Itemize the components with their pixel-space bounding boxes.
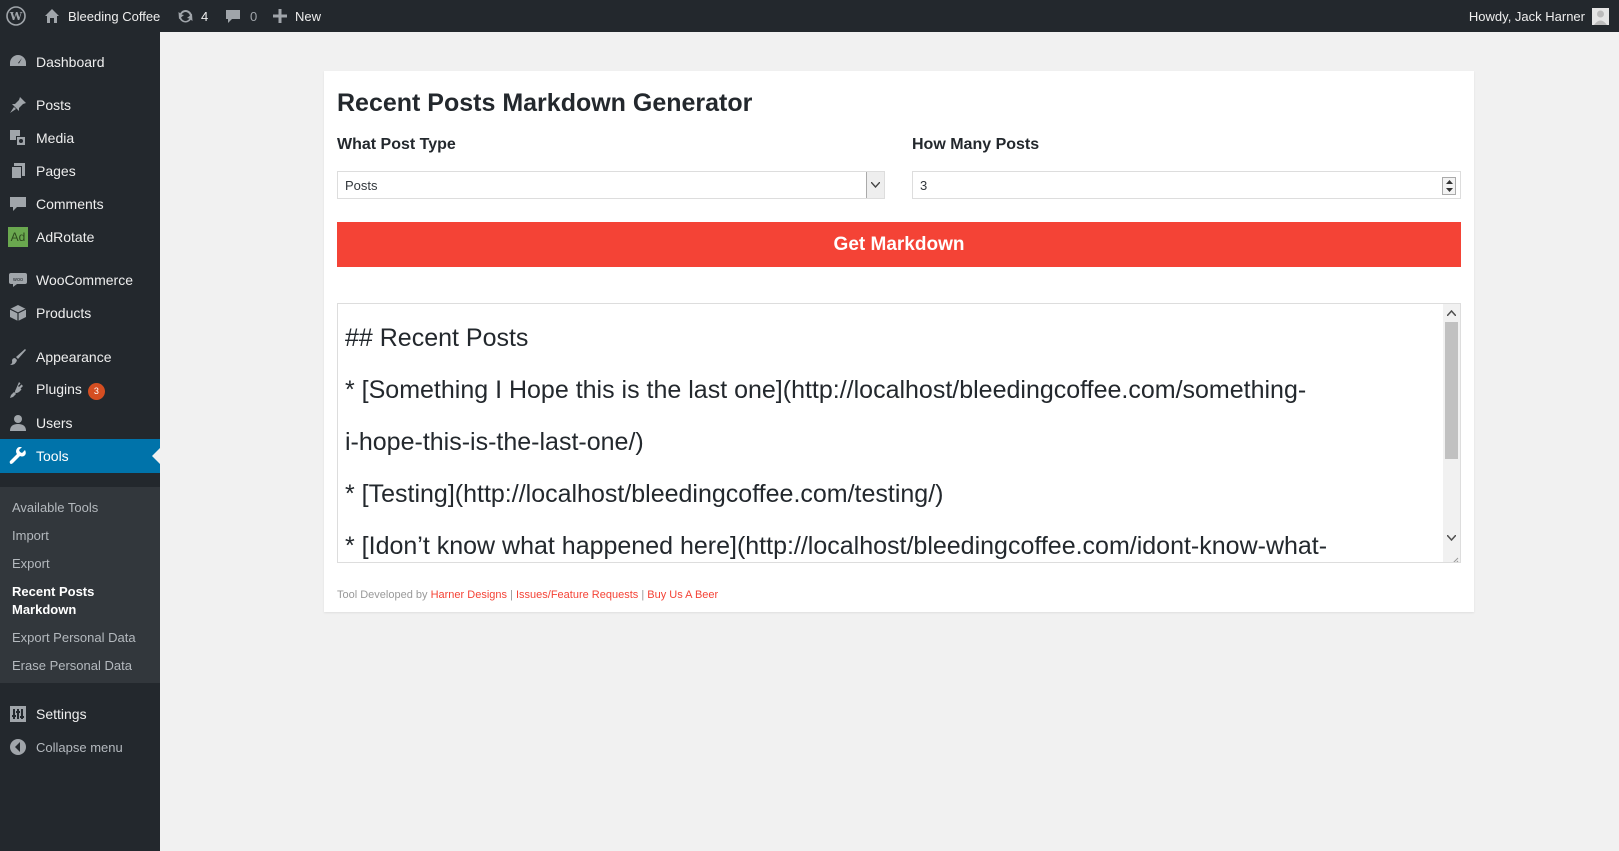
- post-count-value: 3: [920, 177, 928, 193]
- sidebar-item-label: AdRotate: [36, 229, 95, 245]
- woocommerce-icon: woo: [0, 272, 36, 288]
- admin-sidebar: Dashboard Posts Media Pages Comments Ad …: [0, 32, 160, 851]
- plug-icon: [0, 381, 36, 399]
- site-name-link[interactable]: Bleeding Coffee: [44, 0, 160, 32]
- plugins-label: Plugins: [36, 380, 82, 397]
- brush-icon: [0, 348, 36, 366]
- plus-icon: [273, 9, 287, 23]
- updates-icon: [177, 8, 194, 25]
- sidebar-item-users[interactable]: Users: [0, 406, 160, 440]
- markdown-generator-card: Recent Posts Markdown Generator What Pos…: [324, 71, 1474, 612]
- user-icon: [0, 414, 36, 432]
- post-type-value: Posts: [345, 177, 378, 193]
- sidebar-item-adrotate[interactable]: Ad AdRotate: [0, 220, 160, 254]
- comments-link[interactable]: 0: [225, 0, 257, 32]
- wrench-icon: [0, 447, 36, 465]
- sidebar-item-dashboard[interactable]: Dashboard: [0, 45, 160, 79]
- sidebar-item-media[interactable]: Media: [0, 121, 160, 155]
- greeting: Howdy, Jack Harner: [1468, 8, 1585, 24]
- sidebar-item-appearance[interactable]: Appearance: [0, 340, 160, 374]
- stepper-down-icon[interactable]: [1445, 188, 1453, 192]
- output-scrollbar[interactable]: [1443, 304, 1460, 562]
- sidebar-item-label: Comments: [36, 196, 104, 212]
- updates-count: 4: [201, 8, 209, 24]
- plugins-update-badge: 3: [87, 382, 105, 400]
- updates-link[interactable]: 4: [177, 0, 208, 32]
- media-icon: [0, 129, 36, 147]
- sidebar-item-posts[interactable]: Posts: [0, 88, 160, 122]
- credits-separator: |: [641, 589, 645, 601]
- sidebar-item-settings[interactable]: Settings: [0, 697, 160, 731]
- scrollbar-thumb[interactable]: [1445, 322, 1458, 459]
- account-menu[interactable]: Howdy, Jack Harner: [1469, 0, 1609, 32]
- scroll-up-arrow-icon[interactable]: [1443, 304, 1460, 321]
- settings-icon: [0, 705, 36, 723]
- pages-icon: [0, 162, 36, 180]
- wordpress-logo-icon[interactable]: W: [6, 0, 26, 32]
- harner-designs-link[interactable]: Harner Designs: [431, 589, 507, 601]
- sidebar-item-plugins[interactable]: Plugins 3: [0, 373, 160, 407]
- admin-bar: W Bleeding Coffee 4 0 New Howdy, Jack Ha…: [0, 0, 1619, 32]
- sidebar-item-label: Posts: [36, 97, 72, 113]
- submenu-item-export[interactable]: Export: [12, 555, 152, 573]
- comments-count: 0: [250, 8, 258, 24]
- markdown-output-textarea[interactable]: ## Recent Posts * [Something I Hope this…: [337, 303, 1461, 563]
- sidebar-item-tools[interactable]: Tools: [0, 439, 160, 473]
- number-stepper[interactable]: [1442, 177, 1456, 195]
- scroll-down-arrow-icon[interactable]: [1443, 529, 1460, 546]
- new-label: New: [295, 8, 322, 24]
- sidebar-item-woocommerce[interactable]: woo WooCommerce: [0, 263, 160, 297]
- post-type-select[interactable]: Posts: [337, 171, 885, 199]
- svg-text:woo: woo: [13, 277, 23, 283]
- issues-feature-requests-link[interactable]: Issues/Feature Requests: [516, 589, 638, 601]
- pin-icon: [0, 96, 36, 114]
- comment-icon: [0, 195, 36, 213]
- dashboard-icon: [0, 53, 36, 71]
- post-type-label: What Post Type: [337, 136, 456, 153]
- submenu-item-available-tools[interactable]: Available Tools: [12, 499, 152, 517]
- sidebar-item-label: Dashboard: [36, 54, 105, 70]
- adrotate-icon: Ad: [0, 227, 36, 247]
- sidebar-item-label: Pages: [36, 163, 76, 179]
- page-title: Recent Posts Markdown Generator: [337, 89, 753, 117]
- stepper-up-icon[interactable]: [1445, 180, 1453, 184]
- new-content-link[interactable]: New: [273, 0, 321, 32]
- sidebar-item-label: Collapse menu: [36, 739, 123, 755]
- submenu-item-import[interactable]: Import: [12, 527, 152, 545]
- submenu-item-recent-posts-markdown[interactable]: Recent Posts Markdown: [12, 583, 112, 619]
- submenu-item-export-personal-data[interactable]: Export Personal Data: [12, 629, 152, 647]
- credits-separator: |: [510, 589, 513, 601]
- svg-text:W: W: [9, 10, 23, 23]
- post-count-label: How Many Posts: [912, 136, 1040, 153]
- resize-handle-icon[interactable]: [1450, 552, 1459, 562]
- sidebar-item-label: Users: [36, 415, 73, 431]
- buy-us-a-beer-link[interactable]: Buy Us A Beer: [647, 589, 718, 601]
- home-icon: [44, 8, 60, 24]
- site-name: Bleeding Coffee: [68, 8, 161, 24]
- collapse-icon: [0, 738, 36, 756]
- comment-bubble-icon: [225, 8, 241, 24]
- sidebar-item-pages[interactable]: Pages: [0, 154, 160, 188]
- submenu-item-erase-personal-data[interactable]: Erase Personal Data: [12, 657, 152, 675]
- tool-credits: Tool Developed by Harner Designs | Issue…: [337, 589, 718, 601]
- markdown-output-text: ## Recent Posts * [Something I Hope this…: [345, 324, 1328, 560]
- sidebar-item-label: WooCommerce: [36, 272, 133, 288]
- sidebar-item-label: Products: [36, 305, 92, 321]
- sidebar-item-label: Appearance: [36, 349, 112, 365]
- credits-prefix: Tool Developed by: [337, 589, 428, 601]
- get-markdown-button[interactable]: Get Markdown: [337, 222, 1461, 267]
- sidebar-item-label: Tools: [36, 448, 69, 464]
- avatar: [1592, 7, 1609, 25]
- sidebar-item-label: Plugins 3: [36, 381, 105, 400]
- box-icon: [0, 304, 36, 322]
- sidebar-item-label: Settings: [36, 706, 87, 722]
- post-count-input[interactable]: 3: [912, 171, 1461, 199]
- chevron-down-icon[interactable]: [866, 172, 884, 198]
- sidebar-item-label: Media: [36, 130, 75, 146]
- tools-submenu: Available Tools Import Export Recent Pos…: [0, 487, 160, 683]
- collapse-menu-button[interactable]: Collapse menu: [0, 730, 160, 764]
- sidebar-item-comments[interactable]: Comments: [0, 187, 160, 221]
- sidebar-item-products[interactable]: Products: [0, 296, 160, 330]
